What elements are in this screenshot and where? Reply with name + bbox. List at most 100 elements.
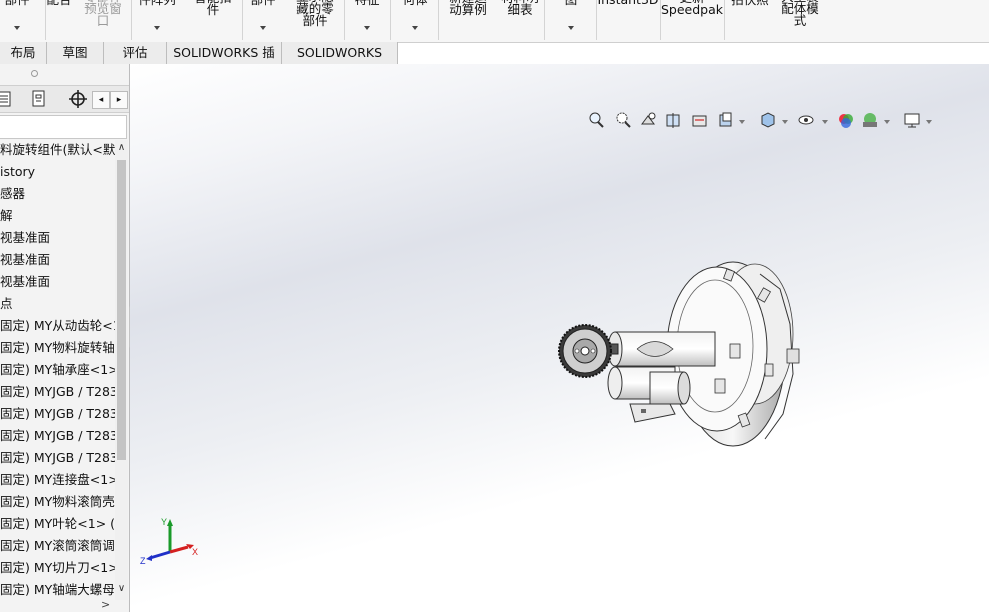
tree-item[interactable]: 固定) MYJGB / T283-94 xyxy=(0,426,116,446)
ribbon-separator xyxy=(390,0,391,40)
hide-show-icon[interactable] xyxy=(796,110,816,130)
display-style-icon[interactable] xyxy=(758,110,778,130)
ribbon-group-label: 智能扣 件 xyxy=(194,0,232,17)
panel-tab-prev-button[interactable]: ◂ xyxy=(92,91,110,109)
ribbon-group-1[interactable]: 配合 xyxy=(45,0,73,42)
zoom-to-area-icon[interactable] xyxy=(612,110,632,130)
ribbon-group-label: 件阵列 xyxy=(131,0,183,6)
ribbon-group-6[interactable]: 显示隐 藏的零 部件 xyxy=(287,0,343,42)
feature-manager-tab-icon[interactable] xyxy=(0,89,14,109)
ribbon-group-5[interactable]: 部件 xyxy=(241,0,285,42)
ribbon-group-label: 显示隐 藏的零 部件 xyxy=(296,0,334,28)
ribbon-separator xyxy=(438,0,439,40)
panel-tab-next-button[interactable]: ▸ xyxy=(110,91,128,109)
dropdown-caret-icon[interactable] xyxy=(884,120,890,124)
ribbon-group-label: 拍快照 xyxy=(725,0,775,6)
tree-item[interactable]: 固定) MYJGB / T283-94 xyxy=(0,404,116,424)
tree-item[interactable]: 固定) MY物料旋转轴<1> xyxy=(0,338,116,358)
command-tabs: 布局 草图 评估 SOLIDWORKS 插件 SOLIDWORKS MBD xyxy=(0,42,398,82)
apply-scene-icon[interactable] xyxy=(860,110,880,130)
tree-item[interactable]: 固定) MY轴端大螺母<1> xyxy=(0,580,116,600)
ribbon-group-3[interactable]: 件阵列 xyxy=(131,0,183,42)
dropdown-caret-icon[interactable] xyxy=(822,120,828,124)
tree-filter-input[interactable] xyxy=(0,115,127,139)
tree-item[interactable]: 固定) MY轴承座<1> (默认) xyxy=(0,360,116,380)
tree-vertical-scrollbar[interactable]: ∧ ∨ xyxy=(115,140,128,600)
dropdown-caret-icon[interactable] xyxy=(364,26,370,30)
tree-item[interactable]: 视基准面 xyxy=(0,228,50,248)
ribbon-group-11[interactable]: 图 xyxy=(547,0,595,42)
tree-item[interactable]: 固定) MY连接盘<1> (默认) xyxy=(0,470,116,490)
ribbon-group-13[interactable]: 更新 Speedpak xyxy=(661,0,723,42)
dropdown-caret-icon[interactable] xyxy=(14,26,20,30)
tree-item[interactable]: 感器 xyxy=(0,184,25,204)
ribbon-group-4[interactable]: 智能扣 件 xyxy=(185,0,241,42)
feature-tree: 料旋转组件(默认<默认_flexistory感器解视基准面视基准面视基准面点固定… xyxy=(0,140,116,600)
tree-item[interactable]: 固定) MY滚筒滚筒调节 xyxy=(0,536,116,556)
reference-triad-icon: Y X Z xyxy=(140,517,198,566)
configuration-manager-tab-icon[interactable] xyxy=(68,89,88,109)
dropdown-caret-icon[interactable] xyxy=(412,26,418,30)
dropdown-caret-icon[interactable] xyxy=(782,120,788,124)
dropdown-caret-icon[interactable] xyxy=(154,26,160,30)
assembly-model[interactable] xyxy=(555,254,815,454)
tab-evaluate[interactable]: 评估 xyxy=(104,42,167,64)
tree-item[interactable]: 视基准面 xyxy=(0,250,50,270)
view-settings-icon[interactable] xyxy=(902,110,922,130)
ribbon-group-label: Instant3D xyxy=(597,0,659,6)
view-orientation-icon[interactable] xyxy=(716,110,736,130)
ribbon-group-label: 材料明 细表 xyxy=(501,0,539,17)
command-manager-ribbon: 部件配合零部件 预览窗 口件阵列智能扣 件部件显示隐 藏的零 部件特征何体新建运… xyxy=(0,0,989,43)
ribbon-group-0[interactable]: 部件 xyxy=(0,0,44,42)
tree-item[interactable]: 固定) MY切片刀<1> (默认) xyxy=(0,558,116,578)
ribbon-separator xyxy=(544,0,545,40)
ribbon-group-label: 部件 xyxy=(0,0,44,6)
zoom-to-fit-icon[interactable] xyxy=(586,110,606,130)
scroll-right-button[interactable]: > xyxy=(101,598,110,611)
tree-item[interactable]: 点 xyxy=(0,294,13,314)
tree-item[interactable]: 固定) MY物料滚筒壳(默认) xyxy=(0,492,116,512)
tree-item[interactable]: 固定) MYJGB / T283-94 xyxy=(0,382,116,402)
ribbon-group-10[interactable]: 材料明 细表 xyxy=(497,0,543,42)
ribbon-group-label: 何体 xyxy=(393,0,437,6)
ribbon-group-12[interactable]: Instant3D xyxy=(597,0,659,42)
dropdown-caret-icon[interactable] xyxy=(260,26,266,30)
tab-layout[interactable]: 布局 xyxy=(0,42,47,64)
scroll-down-button[interactable]: ∨ xyxy=(115,583,128,595)
tree-item[interactable]: 视基准面 xyxy=(0,272,50,292)
ribbon-group-8[interactable]: 何体 xyxy=(393,0,437,42)
tree-item[interactable]: istory xyxy=(0,162,35,182)
tab-solidworks-mbd[interactable]: SOLIDWORKS MBD xyxy=(282,42,398,82)
ribbon-group-2[interactable]: 零部件 预览窗 口 xyxy=(76,0,130,42)
ribbon-group-label: 更新 Speedpak xyxy=(661,0,724,17)
panel-grip-icon[interactable] xyxy=(31,70,38,77)
scroll-thumb[interactable] xyxy=(117,160,126,460)
dynamic-annotation-icon[interactable] xyxy=(690,110,710,130)
graphics-viewport[interactable]: Y X Z xyxy=(130,64,989,612)
tree-item[interactable]: 固定) MY叶轮<1> (默认) xyxy=(0,514,116,534)
tab-solidworks-addins[interactable]: SOLIDWORKS 插件 xyxy=(167,42,282,82)
property-manager-tab-icon[interactable] xyxy=(29,89,49,109)
ribbon-group-14[interactable]: 拍快照 xyxy=(725,0,775,42)
tree-item[interactable]: 固定) MY从动齿轮<1> xyxy=(0,316,116,336)
dropdown-caret-icon[interactable] xyxy=(926,120,932,124)
scroll-up-button[interactable]: ∧ xyxy=(115,142,128,154)
tree-root-assembly[interactable]: 料旋转组件(默认<默认_flex xyxy=(0,140,116,160)
ribbon-group-7[interactable]: 特征 xyxy=(345,0,389,42)
ribbon-group-label: 部件 xyxy=(241,0,285,6)
feature-manager-panel: ◂ ▸ 料旋转组件(默认<默认_flexistory感器解视基准面视基准面视基准… xyxy=(0,64,130,612)
edit-appearance-icon[interactable] xyxy=(836,110,856,130)
ribbon-group-label: 大型装 配体模 式 xyxy=(781,0,819,28)
ribbon-group-label: 新建运 动算例 xyxy=(449,0,487,17)
ribbon-group-label: 配合 xyxy=(45,0,73,6)
triad-y-label: Y xyxy=(161,517,167,527)
dropdown-caret-icon[interactable] xyxy=(739,120,745,124)
section-view-icon[interactable] xyxy=(664,110,684,130)
tree-item[interactable]: 解 xyxy=(0,206,13,226)
previous-view-icon[interactable] xyxy=(638,110,658,130)
ribbon-group-9[interactable]: 新建运 动算例 xyxy=(441,0,495,42)
tree-item[interactable]: 固定) MYJGB / T283-94 xyxy=(0,448,116,468)
tab-sketch[interactable]: 草图 xyxy=(47,42,104,64)
ribbon-group-15[interactable]: 大型装 配体模 式 xyxy=(775,0,825,42)
dropdown-caret-icon[interactable] xyxy=(568,26,574,30)
